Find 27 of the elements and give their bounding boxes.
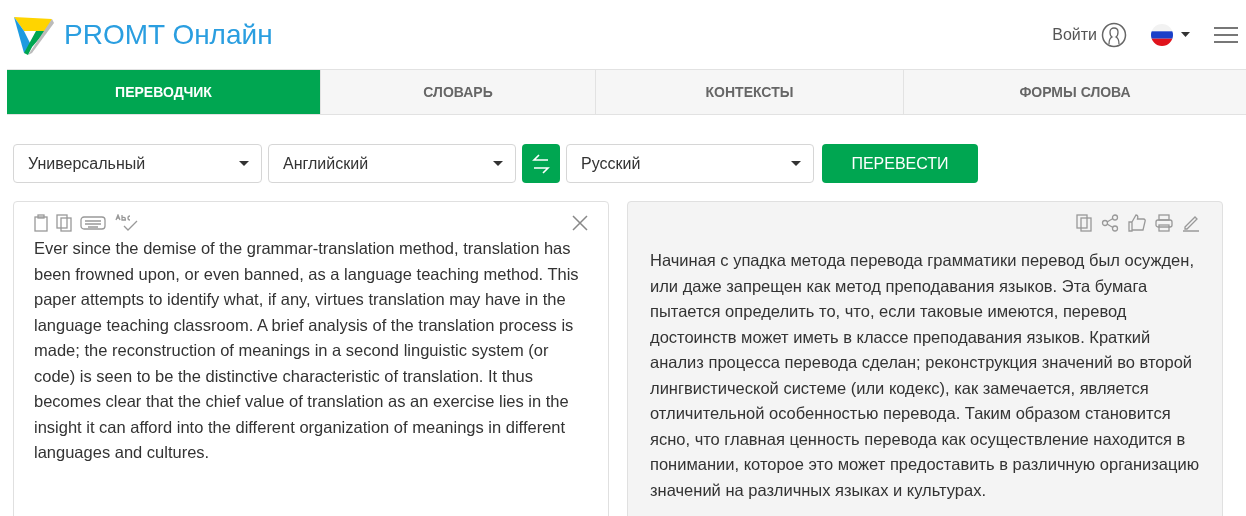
print-icon[interactable] <box>1155 214 1173 232</box>
translate-button[interactable]: ПЕРЕВЕСТИ <box>822 144 978 183</box>
brand-name[interactable]: PROMT Онлайн <box>64 13 273 56</box>
thumbs-up-icon[interactable] <box>1128 214 1146 232</box>
translation-text: Начиная с упадка метода перевода грамматики перевод был осужден, или даже запрещен как метод преподавания языков. Эта бумага пытается определить то, что, если таковые имеются, перевод достоинств может иметь в классе преподавания языков. Краткий анализ процесса перевода сделан; реконструкция значений во второй лингвистической системе (или кодекс), как замечается, является отличительной особенностью перевода. Таким образом становится ясно, что главная ценность перевода как осуществление находится в понимании, которое это может предоставить в различную организацию значений на различных языках и культурах. <box>650 250 1200 501</box>
keyboard-icon[interactable] <box>80 216 106 230</box>
caret-icon[interactable] <box>239 161 249 166</box>
topic-select[interactable]: Универсальный <box>13 144 262 183</box>
tab[interactable]: ПЕРЕВОДЧИК <box>7 70 320 114</box>
swap-languages-button[interactable] <box>522 144 560 183</box>
caret-icon[interactable] <box>791 161 801 166</box>
share-icon[interactable] <box>1101 214 1119 232</box>
source-language-select[interactable]: Английский <box>268 144 516 183</box>
caret-icon[interactable] <box>493 161 503 166</box>
copy-icon[interactable] <box>56 214 72 232</box>
login-link[interactable]: Войти <box>1052 22 1097 47</box>
paste-icon[interactable] <box>34 214 48 232</box>
spellcheck-icon[interactable] <box>114 214 140 232</box>
edit-icon[interactable] <box>1182 214 1200 232</box>
swap-icon <box>531 152 551 175</box>
copy-icon[interactable] <box>1076 214 1092 232</box>
close-icon[interactable] <box>572 215 588 231</box>
menu-icon[interactable] <box>1214 25 1238 44</box>
flag-icon[interactable] <box>1151 23 1173 46</box>
target-language-select[interactable]: Русский <box>566 144 814 183</box>
user-icon[interactable] <box>1101 21 1127 48</box>
caret-icon[interactable] <box>1181 32 1190 37</box>
